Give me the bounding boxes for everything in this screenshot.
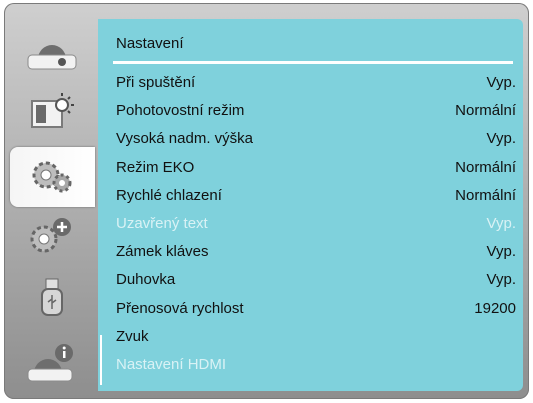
menu-row-value: Normální <box>455 102 516 120</box>
page-title: Nastavení <box>116 35 184 52</box>
sidebar-item-info[interactable] <box>10 333 95 393</box>
menu-row[interactable]: Duhovka Vyp. <box>116 269 516 293</box>
menu-row-value: Vyp. <box>486 243 516 261</box>
sidebar-item-display[interactable] <box>10 23 95 83</box>
selection-bracket <box>100 335 102 385</box>
menu-row-value: 19200 <box>474 299 516 317</box>
menu-row[interactable]: Rychlé chlazení Normální <box>116 185 516 209</box>
sidebar-item-settings[interactable] <box>10 147 95 207</box>
menu-row-label: Režim EKO <box>116 158 195 176</box>
title-divider <box>113 61 513 64</box>
menu-row-label: Zámek kláves <box>116 243 209 261</box>
menu-row-label: Duhovka <box>116 271 176 289</box>
image-adjust-icon <box>31 93 74 128</box>
info-icon <box>27 344 73 382</box>
menu-row-value: Vyp. <box>486 215 516 232</box>
sidebar <box>10 19 95 391</box>
menu-row-label: Nastavení HDMI <box>116 356 227 373</box>
menu-row-label: Při spuštění <box>116 74 196 91</box>
sidebar-item-extended-settings[interactable] <box>10 209 95 269</box>
menu-row-label: Pohotovostní režim <box>116 102 245 120</box>
menu-row[interactable]: Přenosová rychlost 19200 <box>116 298 516 322</box>
menu-row: Nastavení HDMI <box>116 354 516 378</box>
sidebar-item-image[interactable] <box>10 85 95 145</box>
menu-row-value: Vyp. <box>486 130 516 148</box>
menu-row[interactable]: Vysoká nadm. výška Vyp. <box>116 128 516 152</box>
menu-row-value: Normální <box>455 186 516 204</box>
menu-row-value: Vyp. <box>486 74 516 91</box>
menu-row: Uzavřený text Vyp. <box>116 213 516 237</box>
menu-row[interactable]: Zámek kláves Vyp. <box>116 241 516 265</box>
menu-row-label: Uzavřený text <box>116 215 208 232</box>
settings-panel: Nastavení Při spuštění Vyp. Pohotovostní r… <box>98 19 523 391</box>
display-icon <box>27 45 77 70</box>
menu-row[interactable]: Pohotovostní režim Normální <box>116 100 516 124</box>
menu-row-value: Vyp. <box>486 271 516 289</box>
menu-row-label: Přenosová rychlost <box>116 299 244 317</box>
extended-settings-icon <box>30 218 71 253</box>
menu-row[interactable]: Režim EKO Normální <box>116 157 516 181</box>
settings-gears-icon <box>32 161 72 193</box>
menu-row[interactable]: Zvuk <box>116 326 516 350</box>
menu-row-label: Vysoká nadm. výška <box>116 130 253 148</box>
menu-row-value: Normální <box>455 158 516 176</box>
menu-row[interactable]: Při spuštění Vyp. <box>116 72 516 96</box>
usb-icon <box>41 278 63 316</box>
sidebar-item-usb[interactable] <box>10 271 95 331</box>
menu-row-label: Rychlé chlazení <box>116 186 222 204</box>
menu-row-label: Zvuk <box>116 327 149 345</box>
